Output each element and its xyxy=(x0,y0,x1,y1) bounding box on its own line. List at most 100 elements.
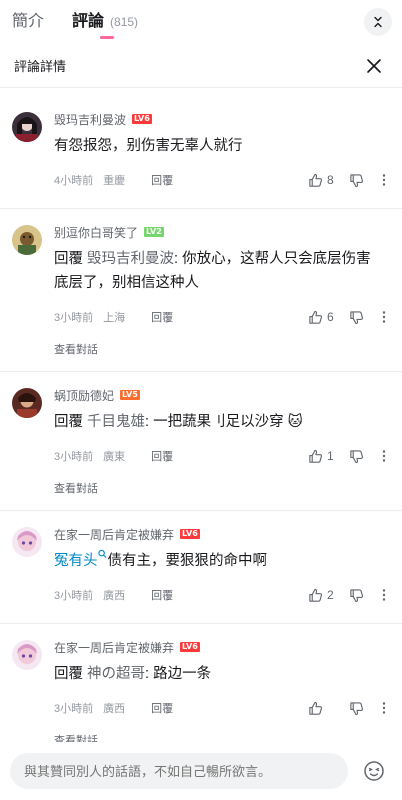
tab-comments[interactable]: 評論 (815) xyxy=(72,12,138,44)
comment-time: 3小時前 xyxy=(54,590,94,602)
reply-button[interactable]: 回覆 xyxy=(151,587,173,603)
more-button[interactable] xyxy=(378,701,390,715)
comment-body: : 路边一条 xyxy=(145,666,212,682)
comment-detail-title: 評論詳情 xyxy=(14,59,67,74)
comment-time: 3小時前 xyxy=(54,451,94,463)
like-button[interactable] xyxy=(308,701,335,716)
comment-location: 廣東 xyxy=(103,451,126,463)
like-button[interactable]: 1 xyxy=(308,449,335,464)
comment-item: 在家一周后肯定被嫌弃 LV6 冤有头 债有主，要狠狠的命中啊 3小時前 廣西 回覆… xyxy=(0,511,402,624)
more-vertical-icon xyxy=(382,589,386,601)
dislike-button[interactable] xyxy=(349,449,364,464)
thumbs-down-icon xyxy=(350,173,364,187)
like-button[interactable]: 6 xyxy=(308,310,335,325)
comment-meta: 3小時前 廣西 回覆 2 xyxy=(54,581,390,609)
comment-time: 3小時前 xyxy=(54,312,94,324)
collapse-button[interactable] xyxy=(364,8,392,36)
like-button[interactable]: 2 xyxy=(308,588,335,603)
comment-time: 3小時前 xyxy=(54,703,94,715)
more-button[interactable] xyxy=(378,449,390,463)
avatar[interactable] xyxy=(12,527,42,557)
avatar[interactable] xyxy=(12,388,42,418)
comment-location: 重慶 xyxy=(103,175,126,187)
search-keyword-link[interactable]: 冤有头 xyxy=(54,553,98,569)
mention-link[interactable]: 千目鬼雄 xyxy=(87,414,145,430)
comment-location: 廣西 xyxy=(103,590,126,602)
tab-comments-label: 評論 xyxy=(72,13,105,30)
like-button[interactable]: 8 xyxy=(308,173,335,188)
comment-location: 上海 xyxy=(103,312,126,324)
avatar[interactable] xyxy=(12,112,42,142)
reply-button[interactable]: 回覆 xyxy=(151,700,173,716)
thumbs-up-icon xyxy=(309,588,323,602)
view-conversation-link[interactable]: 查看對話 xyxy=(54,331,390,371)
like-count: 6 xyxy=(327,310,334,324)
emoji-icon xyxy=(364,761,384,781)
comment-text: 回覆 毁玛吉利曼波: 你放心，这帮人只会底层伤害底层了，别相信这种人 xyxy=(54,247,390,295)
view-conversation-link[interactable]: 查看對話 xyxy=(54,470,390,510)
comment-meta: 3小時前 上海 回覆 6 xyxy=(54,303,390,331)
mention-link[interactable]: 神の超哥 xyxy=(87,666,145,682)
username[interactable]: 毁玛吉利曼波 xyxy=(54,111,126,128)
thumbs-up-icon xyxy=(309,173,323,187)
tab-intro[interactable]: 簡介 xyxy=(12,12,44,44)
comment-detail-header: 評論詳情 xyxy=(0,44,402,88)
thumbs-up-icon xyxy=(309,310,323,324)
comment-text: 回覆 千目鬼雄: 一把蔬果刂足以沙穿 🐱 xyxy=(54,410,390,434)
reply-button[interactable]: 回覆 xyxy=(151,448,173,464)
dislike-button[interactable] xyxy=(349,173,364,188)
username[interactable]: 蜗顶励德妃 xyxy=(54,387,114,404)
reply-prefix: 回覆 xyxy=(54,666,88,682)
comment-meta: 4小時前 重慶 回覆 8 xyxy=(54,166,390,194)
dislike-button[interactable] xyxy=(349,701,364,716)
reply-prefix: 回覆 xyxy=(54,414,88,430)
more-vertical-icon xyxy=(382,702,386,714)
tab-intro-label: 簡介 xyxy=(12,13,45,30)
reply-prefix: 回覆 xyxy=(54,251,88,267)
thumbs-down-icon xyxy=(350,310,364,324)
comment-body: : 一把蔬果刂足以沙穿 🐱 xyxy=(145,414,303,430)
reply-button[interactable]: 回覆 xyxy=(151,309,173,325)
comment-item: 蜗顶励德妃 LV5 回覆 千目鬼雄: 一把蔬果刂足以沙穿 🐱 3小時前 廣東 回… xyxy=(0,372,402,511)
close-button[interactable] xyxy=(362,54,386,78)
more-vertical-icon xyxy=(382,174,386,186)
comment-input[interactable] xyxy=(10,753,348,789)
avatar[interactable] xyxy=(12,640,42,670)
username[interactable]: 在家一周后肯定被嫌弃 xyxy=(54,639,174,656)
comment-item: 别逗你白哥笑了 LV2 回覆 毁玛吉利曼波: 你放心，这帮人只会底层伤害底层了，… xyxy=(0,209,402,372)
thumbs-up-icon xyxy=(309,701,323,715)
dislike-button[interactable] xyxy=(349,588,364,603)
comment-list: 毁玛吉利曼波 LV6 有怨报怨，别伤害无辜人就行 4小時前 重慶 回覆 8 别逗… xyxy=(0,88,402,762)
level-badge: LV2 xyxy=(144,227,164,237)
comment-meta: 3小時前 廣東 回覆 1 xyxy=(54,442,390,470)
reply-button[interactable]: 回覆 xyxy=(151,172,173,188)
like-count: 8 xyxy=(327,173,334,187)
thumbs-down-icon xyxy=(350,588,364,602)
mention-link[interactable]: 毁玛吉利曼波 xyxy=(87,251,174,267)
comment-location: 廣西 xyxy=(103,703,126,715)
comment-body: 有怨报怨，别伤害无辜人就行 xyxy=(54,138,243,154)
thumbs-down-icon xyxy=(350,449,364,463)
thumbs-up-icon xyxy=(309,449,323,463)
more-button[interactable] xyxy=(378,310,390,324)
more-vertical-icon xyxy=(382,450,386,462)
search-icon xyxy=(97,550,106,559)
level-badge: LV6 xyxy=(132,114,152,124)
more-button[interactable] xyxy=(378,588,390,602)
close-icon xyxy=(367,58,381,73)
avatar[interactable] xyxy=(12,225,42,255)
like-count: 1 xyxy=(327,449,334,463)
tab-bar: 簡介 評論 (815) xyxy=(0,0,402,44)
active-tab-indicator xyxy=(100,36,115,39)
collapse-icon xyxy=(374,16,382,28)
username[interactable]: 别逗你白哥笑了 xyxy=(54,224,138,241)
comment-meta: 3小時前 廣西 回覆 xyxy=(54,694,390,722)
username[interactable]: 在家一周后肯定被嫌弃 xyxy=(54,526,174,543)
level-badge: LV6 xyxy=(180,529,200,539)
comment-time: 4小時前 xyxy=(54,175,94,187)
dislike-button[interactable] xyxy=(349,310,364,325)
like-count: 2 xyxy=(327,588,334,602)
emoji-button[interactable] xyxy=(356,753,392,789)
comment-body: 债有主，要狠狠的命中啊 xyxy=(107,553,268,569)
more-button[interactable] xyxy=(378,173,390,187)
